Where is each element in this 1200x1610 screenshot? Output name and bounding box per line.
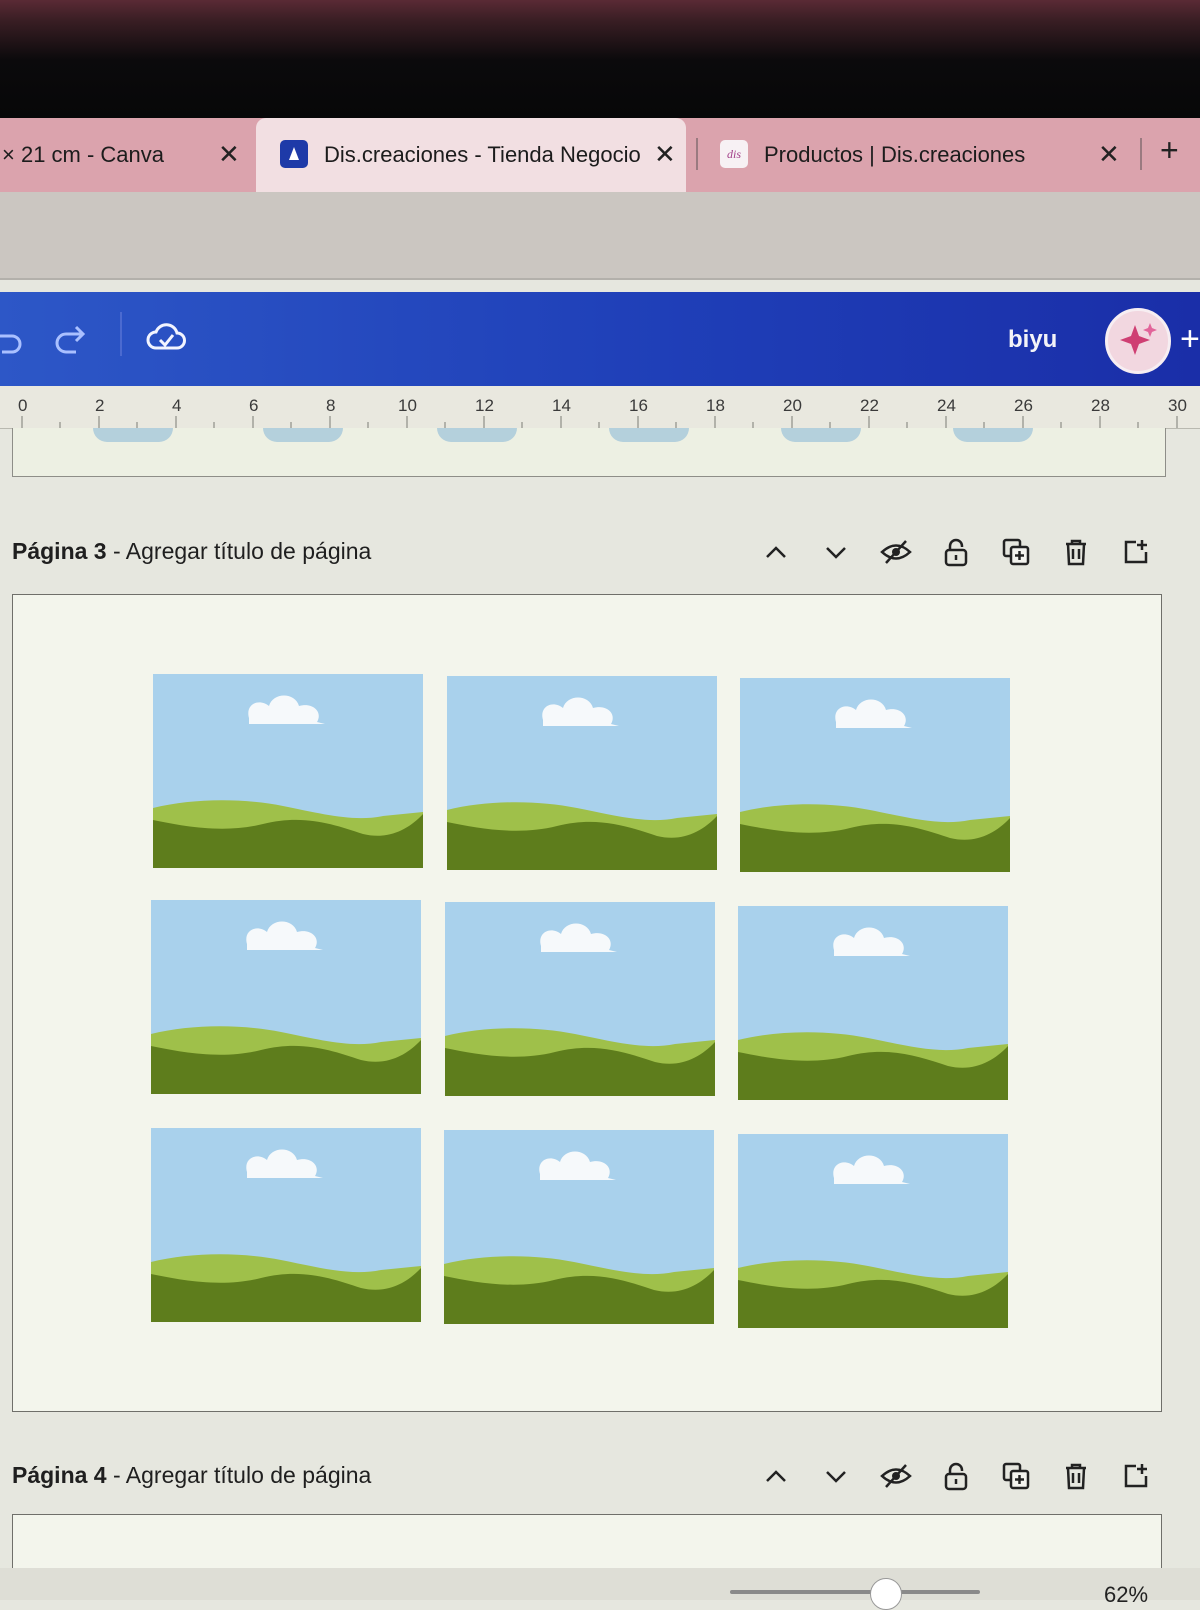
editor-footer xyxy=(0,1568,1200,1600)
ruler-label: 0 xyxy=(18,396,28,415)
duplicate-icon[interactable] xyxy=(998,1458,1034,1494)
add-collaborator-button[interactable]: + xyxy=(1180,320,1200,359)
lock-icon[interactable] xyxy=(938,1458,974,1494)
top-dark-area xyxy=(0,0,1200,118)
favicon-icon: dis xyxy=(720,140,748,168)
duplicate-icon[interactable] xyxy=(998,534,1034,570)
landscape-tile[interactable] xyxy=(447,676,717,870)
undo-icon[interactable] xyxy=(0,322,22,356)
ruler-label: 22 xyxy=(860,396,879,415)
ruler-label: 8 xyxy=(326,396,336,415)
page-element[interactable] xyxy=(437,428,517,442)
zoom-slider[interactable] xyxy=(730,1590,980,1594)
hide-icon[interactable] xyxy=(878,534,914,570)
ruler-label: 6 xyxy=(249,396,259,415)
landscape-tile[interactable] xyxy=(151,900,421,1094)
tab-dis-creaciones-tienda[interactable]: Dis.creaciones - Tienda Negocio ✕ xyxy=(256,118,686,192)
title-separator: - xyxy=(113,1462,121,1488)
page-title-placeholder: Agregar título de página xyxy=(125,1462,372,1488)
ruler-label: 24 xyxy=(937,396,956,415)
ruler-label: 14 xyxy=(552,396,571,415)
landscape-tile[interactable] xyxy=(738,1134,1008,1328)
landscape-tile[interactable] xyxy=(445,902,715,1096)
page-title-placeholder: Agregar título de página xyxy=(125,538,372,564)
toolbar-divider xyxy=(120,312,122,356)
ruler-label: 10 xyxy=(398,396,417,415)
tab-divider xyxy=(696,138,698,170)
trash-icon[interactable] xyxy=(1058,534,1094,570)
page-4-title[interactable]: Página 4 - Agregar título de página xyxy=(12,1462,371,1489)
page-number: Página 3 xyxy=(12,538,107,564)
landscape-tile[interactable] xyxy=(444,1130,714,1324)
add-page-icon[interactable] xyxy=(1118,1458,1154,1494)
cloud-sync-icon[interactable] xyxy=(146,320,186,354)
new-tab-button[interactable]: + xyxy=(1160,132,1179,169)
page-3-header: Página 3 - Agregar título de página xyxy=(12,530,1182,574)
trash-icon[interactable] xyxy=(1058,1458,1094,1494)
hide-icon[interactable] xyxy=(878,1458,914,1494)
ruler-label: 4 xyxy=(172,396,182,415)
ruler-label: 20 xyxy=(783,396,802,415)
tab-canva[interactable]: × 21 cm - Canva ✕ xyxy=(0,118,250,192)
browser-tab-strip: × 21 cm - Canva ✕ Dis.creaciones - Tiend… xyxy=(0,118,1200,192)
horizontal-ruler: 0 2 4 6 8 10 12 14 16 18 20 22 24 26 28 … xyxy=(0,386,1200,429)
page-element[interactable] xyxy=(263,428,343,442)
zoom-slider-handle[interactable] xyxy=(870,1578,902,1610)
tab-title: Productos | Dis.creaciones xyxy=(764,142,1026,167)
arrow-up-icon[interactable] xyxy=(758,1458,794,1494)
ruler-label: 12 xyxy=(475,396,494,415)
arrow-down-icon[interactable] xyxy=(818,534,854,570)
landscape-tile[interactable] xyxy=(151,1128,421,1322)
close-icon[interactable]: ✕ xyxy=(218,138,240,170)
arrow-up-icon[interactable] xyxy=(758,534,794,570)
lock-icon[interactable] xyxy=(938,534,974,570)
user-name: biyu xyxy=(1008,326,1058,353)
tab-title: × 21 cm - Canva xyxy=(2,142,165,167)
title-separator: - xyxy=(113,538,121,564)
arrow-down-icon[interactable] xyxy=(818,1458,854,1494)
sparkle-icon xyxy=(1120,323,1157,355)
page-number: Página 4 xyxy=(12,1462,107,1488)
page-element[interactable] xyxy=(609,428,689,442)
ruler-label: 18 xyxy=(706,396,725,415)
ruler-label: 30 xyxy=(1168,396,1187,415)
ruler-label: 2 xyxy=(95,396,105,415)
tab-title: Dis.creaciones - Tienda Negocio xyxy=(324,142,641,167)
ruler-label: 16 xyxy=(629,396,648,415)
page-element[interactable] xyxy=(953,428,1033,442)
browser-toolbar xyxy=(0,192,1200,280)
zoom-level[interactable]: 62% xyxy=(1104,1582,1148,1608)
tab-productos[interactable]: dis Productos | Dis.creaciones ✕ xyxy=(700,118,1140,192)
landscape-tile[interactable] xyxy=(153,674,423,868)
close-icon[interactable]: ✕ xyxy=(654,138,676,170)
ruler-label: 26 xyxy=(1014,396,1033,415)
landscape-tile[interactable] xyxy=(738,906,1008,1100)
close-icon[interactable]: ✕ xyxy=(1098,138,1120,170)
landscape-tile[interactable] xyxy=(740,678,1010,872)
favicon-icon xyxy=(280,140,308,168)
page-element[interactable] xyxy=(781,428,861,442)
ruler-label: 28 xyxy=(1091,396,1110,415)
page-2-canvas[interactable] xyxy=(12,428,1166,477)
avatar[interactable] xyxy=(1105,308,1171,374)
page-element[interactable] xyxy=(93,428,173,442)
add-page-icon[interactable] xyxy=(1118,534,1154,570)
page-3-title[interactable]: Página 3 - Agregar título de página xyxy=(12,538,371,565)
tab-divider xyxy=(1140,138,1142,170)
page-4-header: Página 4 - Agregar título de página xyxy=(12,1454,1182,1498)
redo-icon[interactable] xyxy=(52,322,92,356)
